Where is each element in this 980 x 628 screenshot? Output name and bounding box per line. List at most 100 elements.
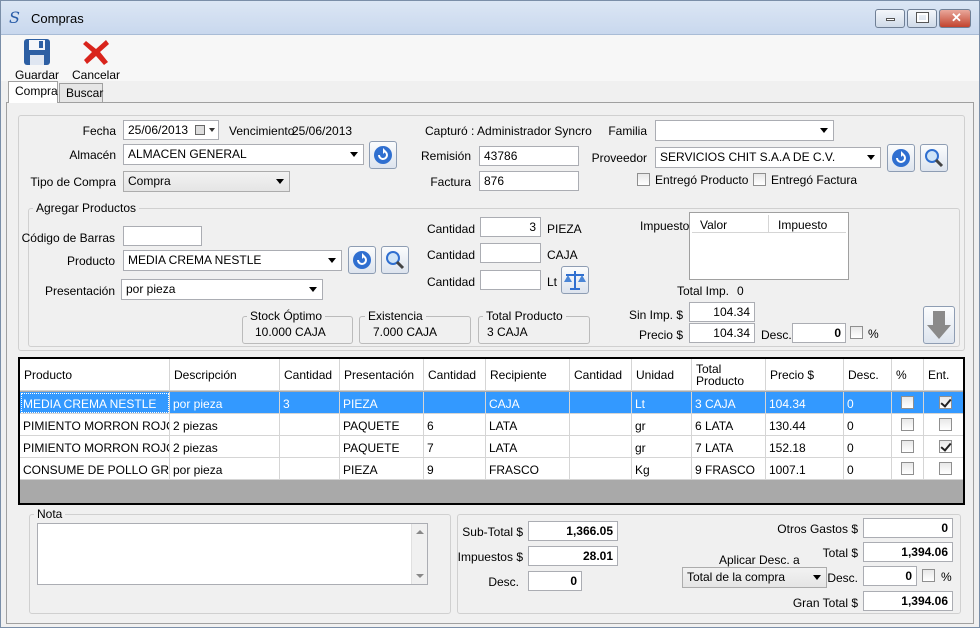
proveedor-select[interactable]: SERVICIOS CHIT S.A.A DE C.V. [655,147,881,168]
grid-cell-precio[interactable]: 152.18 [766,436,844,458]
row-entregado-checkbox[interactable] [939,440,952,453]
grid-cell-total-producto[interactable]: 6 LATA [692,414,766,436]
row-percent-checkbox[interactable] [901,418,914,431]
grid-cell-presentacion[interactable]: PIEZA [340,458,424,480]
grid-cell-desc[interactable]: 0 [844,392,892,414]
cantidad1-input[interactable]: 3 [480,217,541,237]
grid-cell-producto[interactable]: CONSUME DE POLLO GR... [20,458,170,480]
grid-header-cantidad-2[interactable]: Cantidad [424,359,486,391]
scroll-down-icon[interactable] [416,574,424,578]
row-percent-checkbox[interactable] [901,462,914,475]
grid-header-descripcion[interactable]: Descripción [170,359,280,391]
grid-cell-producto[interactable]: PIMIENTO MORRON ROJO [20,436,170,458]
almacen-select[interactable]: ALMACEN GENERAL [123,144,364,165]
row-entregado-checkbox[interactable] [939,418,952,431]
totales-desc-input[interactable]: 0 [528,571,582,591]
impuesto-col-valor[interactable]: Valor [700,218,727,232]
grid-cell-unidad[interactable]: gr [632,436,692,458]
cantidad2-input[interactable] [480,243,541,263]
grid-cell-precio[interactable]: 104.34 [766,392,844,414]
grid-header-presentacion[interactable]: Presentación [340,359,424,391]
grid-header-cantidad-3[interactable]: Cantidad [570,359,632,391]
grid-cell-descripcion[interactable]: por pieza [170,458,280,480]
table-row[interactable]: PIMIENTO MORRON ROJO 2 piezas PAQUETE 6 LATA… [20,414,963,436]
minimize-button[interactable] [875,9,905,28]
grid-cell-precio[interactable]: 1007.1 [766,458,844,480]
refresh-almacen-button[interactable] [369,141,397,169]
producto-select[interactable]: MEDIA CREMA NESTLE [123,250,342,271]
grid-cell-unidad[interactable]: Kg [632,458,692,480]
desc-input[interactable]: 0 [792,323,846,343]
grid-cell-presentacion[interactable]: PAQUETE [340,414,424,436]
productos-grid[interactable]: Producto Descripción Cantidad Presentación C… [18,357,965,505]
grid-header-recipiente[interactable]: Recipiente [486,359,570,391]
grid-cell-cantidad-2[interactable]: 6 [424,414,486,436]
row-entregado-checkbox[interactable] [939,462,952,475]
table-row[interactable]: PIMIENTO MORRON ROJO 2 piezas PAQUETE 7 LATA… [20,436,963,458]
grid-cell-producto[interactable]: MEDIA CREMA NESTLE [20,392,170,414]
otros-gastos-input[interactable]: 0 [863,518,953,538]
refresh-producto-button[interactable] [348,246,376,274]
cantidad3-input[interactable] [480,270,541,290]
grid-cell-descripcion[interactable]: 2 piezas [170,436,280,458]
grid-cell-cantidad-2[interactable]: 7 [424,436,486,458]
grid-header-unidad[interactable]: Unidad [632,359,692,391]
nota-scrollbar[interactable] [411,524,427,584]
precio-input[interactable]: 104.34 [689,323,755,343]
grid-header-total-producto[interactable]: Total Producto [692,359,766,391]
codigo-barras-input[interactable] [123,226,202,246]
grid-cell-cantidad[interactable]: 3 [280,392,340,414]
grid-cell-descripcion[interactable]: 2 piezas [170,414,280,436]
cancel-button[interactable]: Cancelar [71,37,121,82]
search-proveedor-button[interactable] [920,144,948,172]
desc-percent-checkbox[interactable] [850,326,863,339]
grid-cell-unidad[interactable]: gr [632,414,692,436]
grid-cell-cantidad-2[interactable] [424,392,486,414]
save-button[interactable]: Guardar [13,37,61,82]
grid-cell-desc[interactable]: 0 [844,458,892,480]
row-percent-checkbox[interactable] [901,440,914,453]
grid-cell-producto[interactable]: PIMIENTO MORRON ROJO [20,414,170,436]
grid-cell-recipiente[interactable]: LATA [486,414,570,436]
total-desc-input[interactable]: 0 [863,566,917,586]
tipo-compra-select[interactable]: Compra [123,171,290,192]
total-desc-percent-checkbox[interactable] [922,569,935,582]
nota-textarea[interactable] [37,523,428,585]
table-row[interactable]: MEDIA CREMA NESTLE por pieza 3 PIEZA CAJA Lt 3… [20,392,963,414]
grid-cell-cantidad[interactable] [280,414,340,436]
grid-cell-cantidad-3[interactable] [570,414,632,436]
grid-cell-recipiente[interactable]: FRASCO [486,458,570,480]
grid-cell-presentacion[interactable]: PIEZA [340,392,424,414]
entrego-factura-checkbox[interactable] [753,173,766,186]
grid-cell-recipiente[interactable]: LATA [486,436,570,458]
add-product-button[interactable] [923,306,955,344]
balance-scale-button[interactable] [561,266,589,294]
presentacion-select[interactable]: por pieza [121,279,323,300]
factura-input[interactable]: 876 [479,171,579,191]
familia-select[interactable] [655,120,834,141]
grid-cell-unidad[interactable]: Lt [632,392,692,414]
sin-imp-input[interactable]: 104.34 [689,302,755,322]
grid-header-ent[interactable]: Ent. [924,359,963,391]
grid-cell-desc[interactable]: 0 [844,414,892,436]
row-entregado-checkbox[interactable] [939,396,952,409]
grid-header-precio[interactable]: Precio $ [766,359,844,391]
grid-cell-cantidad-3[interactable] [570,392,632,414]
row-percent-checkbox[interactable] [901,396,914,409]
fecha-picker[interactable]: 25/06/2013 [123,120,219,140]
grid-cell-cantidad-2[interactable]: 9 [424,458,486,480]
grid-cell-total-producto[interactable]: 9 FRASCO [692,458,766,480]
maximize-button[interactable] [907,9,937,28]
grid-cell-desc[interactable]: 0 [844,436,892,458]
refresh-proveedor-button[interactable] [887,144,915,172]
impuesto-list[interactable]: Valor Impuesto [689,212,849,280]
tab-buscar[interactable]: Buscar [59,83,103,102]
grid-header-pct[interactable]: % [892,359,924,391]
grid-cell-cantidad-3[interactable] [570,458,632,480]
grid-header-cantidad[interactable]: Cantidad [280,359,340,391]
scroll-up-icon[interactable] [416,530,424,534]
search-producto-button[interactable] [381,246,409,274]
entrego-producto-checkbox[interactable] [637,173,650,186]
grid-header-producto[interactable]: Producto [20,359,170,391]
grid-cell-cantidad[interactable] [280,436,340,458]
